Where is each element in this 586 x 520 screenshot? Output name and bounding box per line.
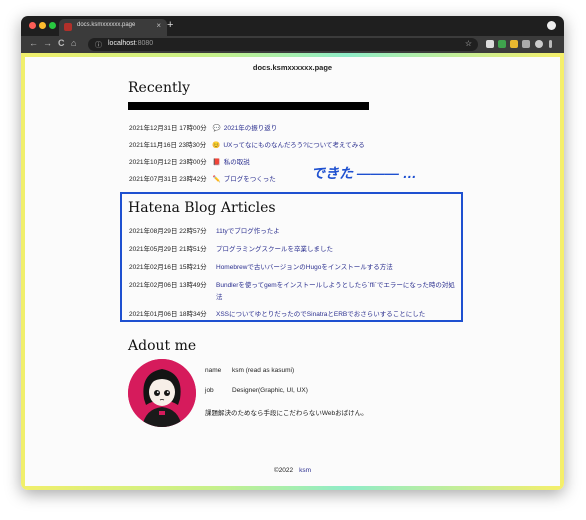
info-icon[interactable]: ⓘ: [95, 40, 102, 50]
author-link[interactable]: ksm: [299, 467, 311, 474]
avatar-illustration-icon: [128, 359, 196, 427]
tab-bar: docs.ksmxxxxxx.page × +: [21, 16, 564, 36]
gradient-frame: docs.ksmxxxxxx.page Recently 2021年12月31日…: [21, 53, 564, 490]
job-value: Designer(Graphic, UI, UX): [232, 387, 308, 394]
extensions-puzzle-icon[interactable]: [522, 40, 530, 48]
article-link[interactable]: XSSについてゆとりだったのでSinatraとERBでおさらいすることにした: [216, 308, 425, 318]
hatena-heading: Hatena Blog Articles: [128, 200, 276, 216]
article-link[interactable]: ブログをつくった: [224, 176, 276, 183]
more-menu-icon[interactable]: [549, 40, 552, 48]
browser-menu-icon[interactable]: [547, 21, 556, 30]
name-value: ksm (read as kasumi): [232, 367, 295, 374]
bookmark-star-icon[interactable]: ☆: [465, 39, 472, 48]
extension-icon[interactable]: [498, 40, 506, 48]
redaction-bar: [128, 102, 369, 110]
pencil-icon: ✏️: [212, 176, 221, 183]
smile-icon: 😊: [212, 142, 221, 149]
article-link[interactable]: Homebrewで古いバージョンのHugoをインストールする方法: [216, 261, 393, 271]
new-tab-button[interactable]: +: [167, 19, 173, 31]
article-link[interactable]: UXってなにものなんだろう?について考えてみる: [223, 142, 364, 149]
back-button[interactable]: ←: [29, 38, 38, 48]
list-item: 2021年11月16日 23時30分 😊 UXってなにものなんだろう?について考えて…: [129, 142, 365, 149]
minimize-window-dot[interactable]: [39, 22, 46, 29]
site-favicon-icon: [64, 23, 72, 31]
site-title[interactable]: docs.ksmxxxxxx.page: [25, 63, 560, 72]
list-item: 2021年10月12日 23時00分 📕 私の取説: [129, 159, 250, 166]
browser-toolbar: ← → C ⌂ ⓘ localhost:8080 ☆: [21, 36, 564, 53]
name-label: name: [205, 367, 222, 374]
list-item: 2021年07月31日 23時42分 ✏️ ブログをつくった: [129, 176, 276, 183]
browser-window: docs.ksmxxxxxx.page × + ← → C ⌂ ⓘ localh…: [21, 16, 564, 490]
article-link[interactable]: 11tyでブログ作ったよ: [216, 225, 280, 235]
url-text: localhost:8080: [108, 40, 154, 47]
address-bar[interactable]: ⓘ localhost:8080 ☆: [88, 38, 478, 51]
profile-avatar-icon[interactable]: [535, 40, 543, 48]
footer: ©2022 ksm: [25, 467, 560, 474]
about-heading: Adout me: [128, 338, 197, 354]
tab-active[interactable]: docs.ksmxxxxxx.page ×: [59, 19, 167, 36]
tab-close-icon[interactable]: ×: [156, 21, 161, 30]
recently-heading: Recently: [128, 80, 190, 96]
list-item: 2021年12月31日 17時00分 💬 2021年の振り返り: [129, 125, 278, 132]
close-window-dot[interactable]: [29, 22, 36, 29]
tab-title: docs.ksmxxxxxx.page: [77, 22, 136, 28]
copyright-text: ©2022: [273, 467, 294, 474]
article-link[interactable]: プログラミングスクールを卒業しました: [216, 243, 333, 253]
extension-icon[interactable]: [486, 40, 494, 48]
home-button[interactable]: ⌂: [71, 38, 76, 48]
extension-icon[interactable]: [510, 40, 518, 48]
article-link[interactable]: Bundlerを使ってgemをインストールしようとしたら`ffi`でエラーになっ…: [216, 279, 455, 289]
article-link[interactable]: 2021年の振り返り: [224, 125, 277, 132]
annotation-text: できた ——— …: [311, 165, 417, 181]
book-icon: 📕: [212, 159, 221, 166]
avatar: [128, 359, 196, 427]
maximize-window-dot[interactable]: [49, 22, 56, 29]
speech-bubble-icon: 💬: [212, 125, 221, 132]
reload-button[interactable]: C: [58, 38, 65, 48]
article-link[interactable]: 私の取説: [224, 159, 250, 166]
job-label: job: [205, 387, 214, 394]
article-link-continued[interactable]: 法: [216, 291, 223, 301]
bio-text: 課題解決のためなら手段にこだわらないWebおばけん。: [205, 410, 368, 417]
page-content: docs.ksmxxxxxx.page Recently 2021年12月31日…: [25, 57, 560, 486]
forward-button[interactable]: →: [43, 38, 52, 48]
